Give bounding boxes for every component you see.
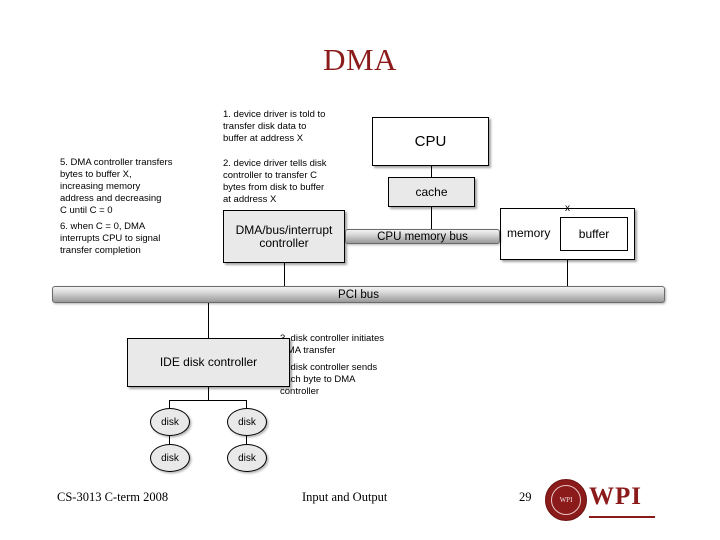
- memory-label: memory: [507, 226, 551, 240]
- cpu-box: CPU: [372, 117, 489, 166]
- pci-bus-label: PCI bus: [338, 288, 379, 301]
- cpu-cache-connector: [431, 166, 433, 177]
- cache-bus-connector: [431, 207, 433, 230]
- page-title: DMA: [323, 42, 397, 77]
- wpi-seal-inner-text: WPI: [551, 485, 581, 515]
- cpu-memory-bus-label: CPU memory bus: [377, 230, 468, 243]
- wpi-seal-icon: WPI: [545, 479, 587, 521]
- footer-topic: Input and Output: [302, 490, 388, 504]
- footer-course: CS-3013 C-term 2008: [57, 490, 169, 504]
- buffer-box: buffer: [560, 217, 628, 251]
- disk-3: disk: [150, 444, 190, 472]
- cpu-memory-bus: CPU memory bus: [345, 229, 500, 244]
- disk-col-1-connector: [169, 400, 171, 408]
- note-step-2: 2. device driver tells disk controller t…: [223, 158, 327, 205]
- buffer-x-marker: x: [565, 203, 570, 214]
- note-step-1: 1. device driver is told to transfer dis…: [223, 109, 326, 144]
- note-step-3: 3. disk controller initiates DMA transfe…: [280, 333, 385, 356]
- disk-col-2-connector: [246, 400, 248, 408]
- memory-pci-connector: [567, 260, 569, 288]
- disk-1: disk: [150, 408, 190, 436]
- dma-diagram: 1. device driver is told to transfer dis…: [52, 100, 668, 475]
- slide: DMA 1. device driver is told to transfer…: [0, 0, 720, 540]
- wpi-logo: WPI WPI: [545, 478, 655, 522]
- pci-bus: PCI bus: [52, 286, 665, 303]
- dma-controller-box: DMA/bus/interrupt controller: [223, 210, 345, 263]
- ide-disks-connector: [208, 387, 210, 401]
- note-step-6: 6. when C = 0, DMA interrupts CPU to sig…: [60, 221, 161, 256]
- note-step-5: 5. DMA controller transfers bytes to buf…: [60, 157, 173, 216]
- pci-ide-connector: [208, 303, 210, 339]
- dma-pci-connector: [284, 263, 286, 288]
- footer-page-number: 29: [519, 490, 532, 504]
- cache-box: cache: [388, 177, 475, 207]
- disk-4: disk: [227, 444, 267, 472]
- note-step-4: 4. disk controller sends each byte to DM…: [280, 362, 378, 397]
- disk-bus-horizontal: [169, 400, 247, 402]
- slide-footer: CS-3013 C-term 2008 Input and Output 29 …: [0, 478, 720, 524]
- wpi-rule: [589, 516, 655, 518]
- wpi-wordmark: WPI: [589, 483, 642, 510]
- disk-2: disk: [227, 408, 267, 436]
- ide-disk-controller-box: IDE disk controller: [127, 338, 290, 387]
